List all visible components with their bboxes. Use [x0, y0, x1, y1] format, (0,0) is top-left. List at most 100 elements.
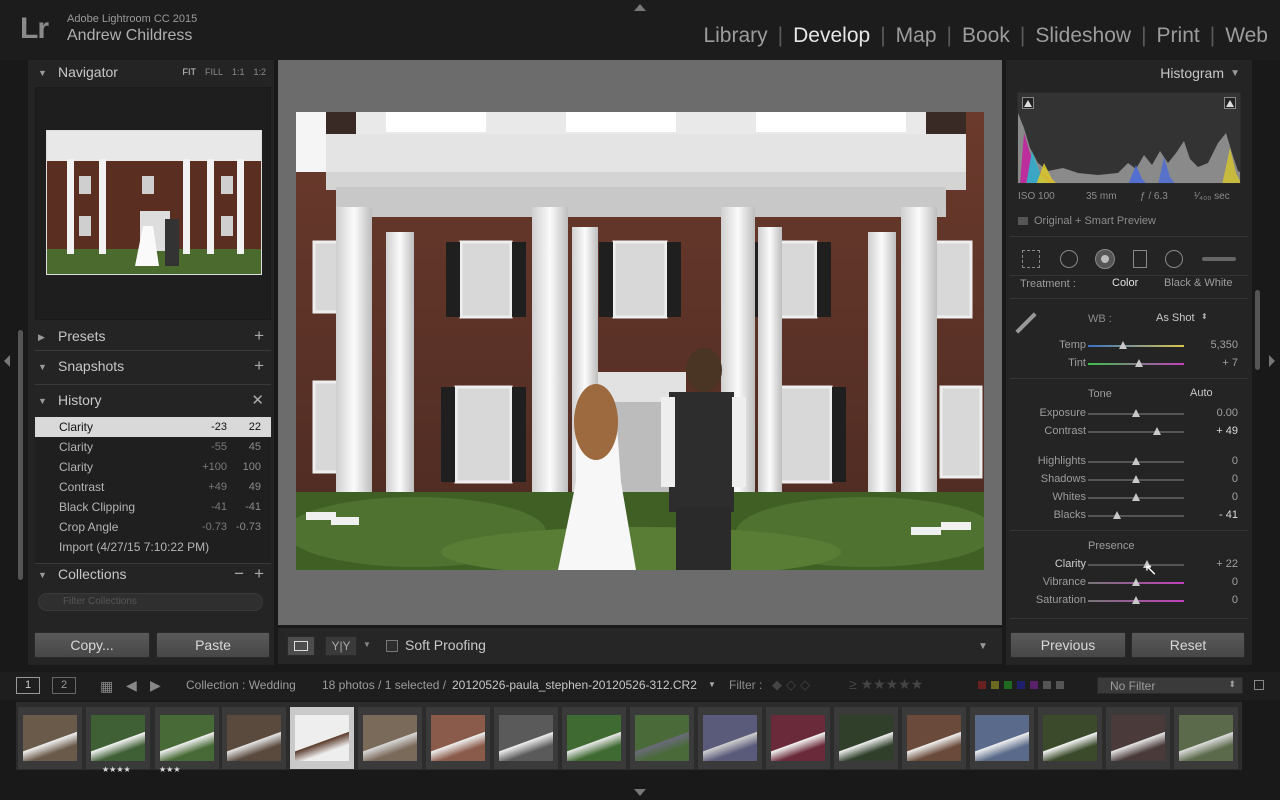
shadows-slider[interactable]: Shadows 0: [1006, 472, 1252, 488]
module-book[interactable]: Book: [952, 24, 1020, 48]
view-dropdown-arrow-icon[interactable]: ▼: [363, 640, 371, 649]
module-library[interactable]: Library: [693, 24, 777, 48]
history-header[interactable]: ▼ History ✕: [28, 388, 274, 414]
history-item[interactable]: Clarity -55 45: [35, 437, 271, 457]
zoom-fit[interactable]: FIT: [182, 67, 196, 77]
zoom-fill[interactable]: FILL: [205, 67, 223, 77]
slider-knob[interactable]: [1112, 511, 1121, 519]
left-panel-scrollbar[interactable]: [18, 330, 23, 580]
add-preset-icon[interactable]: +: [254, 326, 264, 346]
soft-proofing-checkbox[interactable]: [386, 640, 398, 652]
wb-dropdown-arrow-icon[interactable]: ⬍: [1201, 312, 1208, 321]
module-web[interactable]: Web: [1215, 24, 1268, 48]
histogram-title[interactable]: Histogram: [1160, 65, 1224, 81]
remove-collection-icon[interactable]: −: [234, 564, 244, 584]
navigator-header[interactable]: ▼ Navigator FIT FILL 1:1 1:2: [28, 60, 274, 86]
red-eye-tool-icon[interactable]: [1095, 249, 1115, 269]
filmstrip-thumbnail[interactable]: [358, 707, 422, 769]
slider-knob[interactable]: [1132, 578, 1140, 586]
main-photo[interactable]: [296, 112, 984, 570]
filmstrip-thumbnail[interactable]: [494, 707, 558, 769]
treatment-black-white[interactable]: Black & White: [1164, 277, 1232, 289]
color-label-filter[interactable]: [978, 681, 1064, 689]
collapse-left-arrow-icon[interactable]: [4, 355, 10, 367]
expand-triangle-icon[interactable]: ▼: [1230, 68, 1240, 79]
filmstrip-thumbnail[interactable]: [155, 707, 219, 769]
filmstrip-thumbnail[interactable]: [766, 707, 830, 769]
filmstrip-thumbnail[interactable]: [1174, 707, 1238, 769]
filmstrip-thumbnail[interactable]: [970, 707, 1034, 769]
filmstrip-thumbnail[interactable]: [426, 707, 490, 769]
highlights-slider[interactable]: Highlights 0: [1006, 454, 1252, 470]
wb-dropdown[interactable]: As Shot: [1156, 312, 1195, 324]
copy-button[interactable]: Copy...: [34, 632, 150, 658]
tint-slider[interactable]: Tint + 7: [1006, 356, 1252, 372]
collection-source[interactable]: Collection : Wedding: [186, 678, 296, 692]
filmstrip-thumbnail[interactable]: [562, 707, 626, 769]
current-filename[interactable]: 20120526-paula_stephen-20120526-312.CR2: [452, 678, 697, 692]
treatment-color[interactable]: Color: [1112, 277, 1138, 289]
contrast-slider[interactable]: Contrast + 49: [1006, 424, 1252, 440]
previous-button[interactable]: Previous: [1010, 632, 1126, 658]
shadow-clipping-icon[interactable]: [1022, 97, 1034, 109]
saturation-slider[interactable]: Saturation 0: [1006, 593, 1252, 609]
collections-filter-input[interactable]: Filter Collections: [38, 593, 263, 611]
zoom-1-1[interactable]: 1:1: [232, 67, 245, 77]
right-panel-scrollbar[interactable]: [1255, 290, 1260, 370]
module-slideshow[interactable]: Slideshow: [1025, 24, 1141, 48]
slider-knob[interactable]: [1132, 596, 1140, 604]
forward-arrow-icon[interactable]: ▶: [150, 677, 161, 694]
temp-slider[interactable]: Temp 5,350: [1006, 338, 1252, 354]
navigator-thumbnail[interactable]: [46, 130, 262, 275]
slider-knob[interactable]: [1132, 457, 1140, 465]
collections-header[interactable]: ▼ Collections − +: [28, 562, 274, 588]
slider-knob[interactable]: [1132, 475, 1140, 483]
radial-filter-icon[interactable]: [1165, 250, 1183, 268]
clear-history-icon[interactable]: ✕: [251, 391, 264, 409]
history-item[interactable]: Import (4/27/15 7:10:22 PM): [35, 537, 271, 557]
history-item[interactable]: Clarity -23 22: [35, 417, 271, 437]
zoom-1-2[interactable]: 1:2: [253, 67, 266, 77]
snapshots-header[interactable]: ▼ Snapshots +: [28, 354, 274, 380]
adjustment-brush-icon[interactable]: [1202, 257, 1236, 261]
filmstrip-thumbnail[interactable]: [698, 707, 762, 769]
grid-view-icon[interactable]: ▦: [100, 678, 113, 695]
presets-header[interactable]: ▶ Presets +: [28, 324, 274, 350]
reset-button[interactable]: Reset: [1131, 632, 1245, 658]
clarity-slider[interactable]: Clarity + 22: [1006, 557, 1252, 573]
loupe-view-icon[interactable]: [287, 636, 315, 656]
exposure-slider[interactable]: Exposure 0.00: [1006, 406, 1252, 422]
collapse-bottom-arrow-icon[interactable]: [634, 789, 646, 796]
filmstrip-thumbnail[interactable]: [1038, 707, 1102, 769]
collapse-top-arrow-icon[interactable]: [634, 4, 646, 11]
tint-slider-knob[interactable]: [1134, 359, 1143, 367]
temp-slider-knob[interactable]: [1118, 341, 1127, 349]
tone-auto-button[interactable]: Auto: [1190, 387, 1213, 399]
module-develop[interactable]: Develop: [783, 24, 880, 48]
graduated-filter-icon[interactable]: [1133, 250, 1147, 268]
image-canvas[interactable]: [278, 60, 1002, 625]
filter-lock-icon[interactable]: [1254, 680, 1264, 690]
filmstrip-thumbnail[interactable]: [222, 707, 286, 769]
monitor-2-button[interactable]: 2: [52, 677, 76, 694]
flag-filter-icons[interactable]: ◆◇◇: [772, 677, 814, 693]
spot-removal-tool-icon[interactable]: [1060, 250, 1078, 268]
filmstrip-thumbnail[interactable]: [86, 707, 150, 769]
whites-slider[interactable]: Whites 0: [1006, 490, 1252, 506]
histogram[interactable]: [1017, 92, 1241, 184]
navigator-preview-area[interactable]: [35, 87, 271, 320]
eyedropper-icon[interactable]: [1015, 312, 1037, 334]
slider-knob[interactable]: [1153, 427, 1162, 435]
monitor-1-button[interactable]: 1: [16, 677, 40, 694]
module-map[interactable]: Map: [886, 24, 947, 48]
slider-knob[interactable]: [1132, 409, 1140, 417]
history-item[interactable]: Black Clipping -41 -41: [35, 497, 271, 517]
history-item[interactable]: Contrast +49 49: [35, 477, 271, 497]
crop-tool-icon[interactable]: [1022, 250, 1040, 268]
filmstrip-thumbnail[interactable]: [630, 707, 694, 769]
highlight-clipping-icon[interactable]: [1224, 97, 1236, 109]
back-arrow-icon[interactable]: ◀: [126, 677, 137, 694]
blacks-slider[interactable]: Blacks - 41: [1006, 508, 1252, 524]
add-collection-icon[interactable]: +: [254, 564, 264, 584]
star-rating-filter[interactable]: ≥ ★★★★★: [849, 676, 923, 693]
